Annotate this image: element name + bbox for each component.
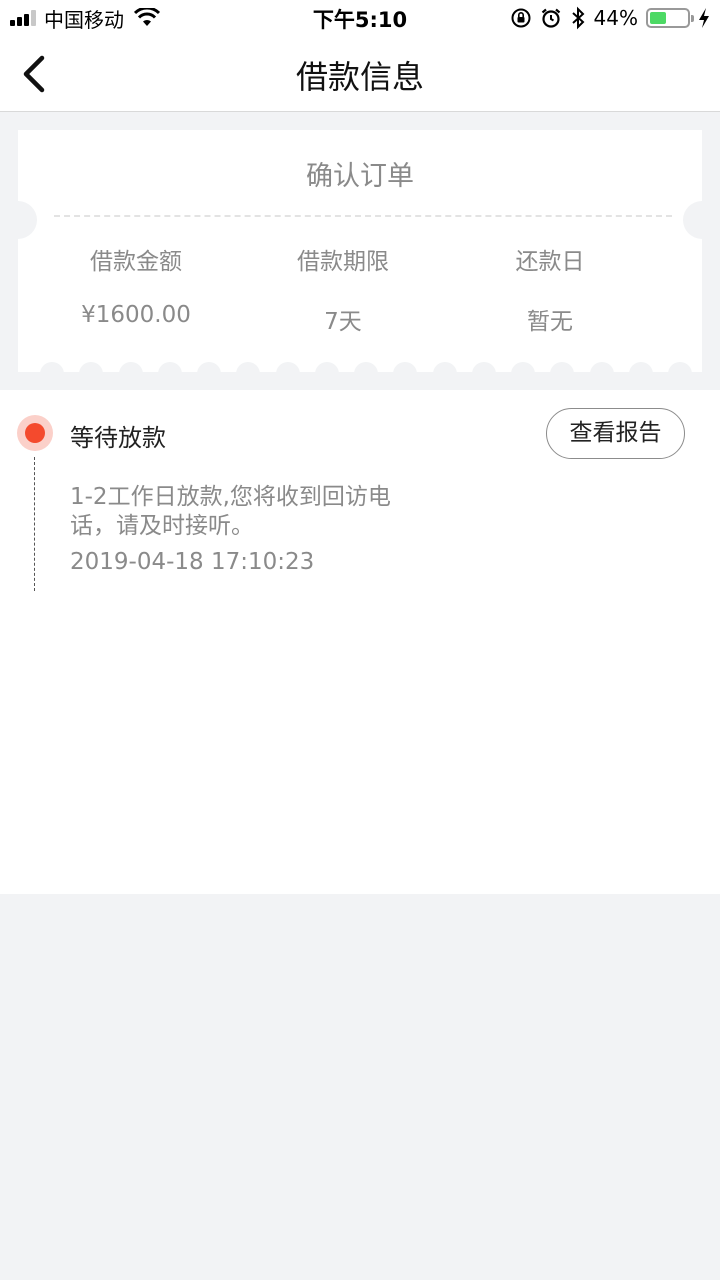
due-date-label: 还款日 <box>515 249 585 275</box>
status-indicator-dot <box>17 415 53 451</box>
battery-fill <box>650 12 666 24</box>
bluetooth-icon <box>571 6 584 30</box>
ticket-col-term: 借款期限 7天 <box>233 242 453 336</box>
status-description: 1-2工作日放款,您将收到回访电话，请及时接听。 <box>70 484 391 539</box>
status-bar: 中国移动 下午5:10 44% <box>0 0 720 36</box>
nav-bar: 借款信息 <box>0 36 720 112</box>
term-value: 7天 <box>324 309 362 335</box>
term-label: 借款期限 <box>297 249 389 275</box>
battery-icon <box>646 8 694 28</box>
ticket-col-amount: 借款金额 ¥1600.00 <box>26 242 246 328</box>
battery-percent: 44% <box>593 6 638 30</box>
ticket-col-due-date: 还款日 暂无 <box>440 242 660 336</box>
order-ticket-card: 确认订单 借款金额 ¥1600.00 借款期限 7天 还款日 暂无 <box>0 130 720 386</box>
status-right: 44% <box>502 5 710 31</box>
page-title: 借款信息 <box>295 58 424 96</box>
ticket-notch-left <box>0 201 37 239</box>
status-title: 等待放款 <box>70 424 166 452</box>
ticket-notch-right <box>683 201 720 239</box>
due-date-value: 暂无 <box>527 309 573 335</box>
orientation-lock-icon <box>511 8 531 28</box>
ticket-scallop-edge <box>40 362 692 386</box>
view-report-button[interactable]: 查看报告 <box>546 408 685 459</box>
status-timestamp: 2019-04-18 17:10:23 <box>70 549 315 575</box>
status-indicator-core <box>25 423 45 443</box>
loan-status-section: 等待放款 查看报告 1-2工作日放款,您将收到回访电话，请及时接听。 2019-… <box>0 390 720 894</box>
timeline-line <box>34 457 35 591</box>
charging-icon <box>699 8 709 28</box>
amount-value: ¥1600.00 <box>81 302 191 328</box>
alarm-icon <box>541 8 560 28</box>
ticket-divider <box>54 215 672 217</box>
ticket-title: 确认订单 <box>306 161 414 192</box>
amount-label: 借款金额 <box>90 249 182 275</box>
